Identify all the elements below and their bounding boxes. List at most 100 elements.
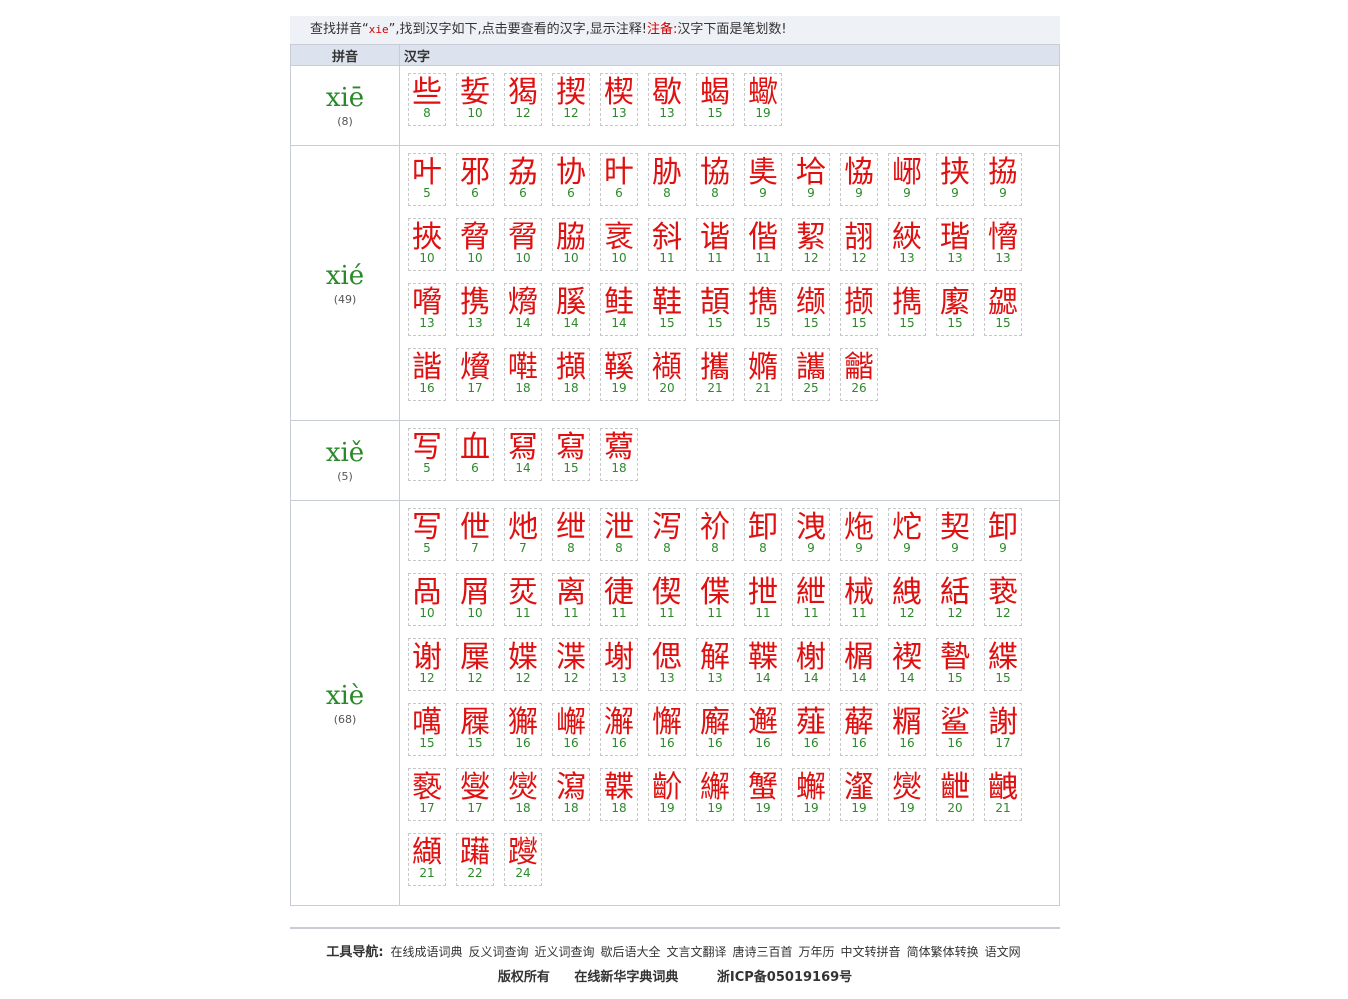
- hanzi-link[interactable]: 齥 21: [984, 768, 1022, 821]
- hanzi-link[interactable]: 屟 12: [456, 638, 494, 691]
- hanzi-link[interactable]: 懈 16: [648, 703, 686, 756]
- hanzi-link[interactable]: 蟹 19: [744, 768, 782, 821]
- hanzi-link[interactable]: 祄8: [696, 508, 734, 561]
- hanzi-link[interactable]: 澥 16: [600, 703, 638, 756]
- hanzi-link[interactable]: 炨9: [888, 508, 926, 561]
- hanzi-link[interactable]: 熁 14: [504, 283, 542, 336]
- hanzi-link[interactable]: 鲨 16: [936, 703, 974, 756]
- hanzi-link[interactable]: 楔 13: [600, 73, 638, 126]
- hanzi-link[interactable]: 嶰 16: [552, 703, 590, 756]
- hanzi-link[interactable]: 鲑 14: [600, 283, 638, 336]
- tool-nav-link[interactable]: 文言文翻译: [667, 945, 727, 959]
- hanzi-link[interactable]: 嫷 21: [744, 348, 782, 401]
- hanzi-link[interactable]: 娎 10: [456, 73, 494, 126]
- hanzi-link[interactable]: 纈 21: [408, 833, 446, 886]
- hanzi-link[interactable]: 諧 16: [408, 348, 446, 401]
- hanzi-link[interactable]: 燮 17: [456, 768, 494, 821]
- hanzi-link[interactable]: 燲 17: [456, 348, 494, 401]
- hanzi-link[interactable]: 爕 19: [888, 768, 926, 821]
- hanzi-link[interactable]: 绁8: [552, 508, 590, 561]
- hanzi-link[interactable]: 蝎 15: [696, 73, 734, 126]
- hanzi-link[interactable]: 衺 10: [600, 218, 638, 271]
- hanzi-link[interactable]: 胁8: [648, 153, 686, 206]
- hanzi-link[interactable]: 齛 20: [936, 768, 974, 821]
- hanzi-link[interactable]: 拹9: [984, 153, 1022, 206]
- hanzi-link[interactable]: 血6: [456, 428, 494, 481]
- hanzi-link[interactable]: 絜 12: [792, 218, 830, 271]
- hanzi-link[interactable]: 卸8: [744, 508, 782, 561]
- hanzi-link[interactable]: 藛 18: [600, 428, 638, 481]
- hanzi-link[interactable]: 渫 12: [552, 638, 590, 691]
- hanzi-link[interactable]: 嚡 18: [504, 348, 542, 401]
- hanzi-link[interactable]: 冩 14: [504, 428, 542, 481]
- hanzi-link[interactable]: 襭 20: [648, 348, 686, 401]
- hanzi-link[interactable]: 絬 12: [936, 573, 974, 626]
- hanzi-link[interactable]: 灺7: [504, 508, 542, 561]
- tool-nav-link[interactable]: 反义词查询: [468, 945, 528, 959]
- hanzi-link[interactable]: 咼 10: [408, 573, 446, 626]
- hanzi-link[interactable]: 抴 11: [744, 573, 782, 626]
- hanzi-link[interactable]: 翓 12: [840, 218, 878, 271]
- hanzi-link[interactable]: 爕 18: [504, 768, 542, 821]
- hanzi-link[interactable]: 鞢 14: [744, 638, 782, 691]
- hanzi-link[interactable]: 恊9: [840, 153, 878, 206]
- hanzi-link[interactable]: 緤 15: [984, 638, 1022, 691]
- hanzi-link[interactable]: 薤 16: [792, 703, 830, 756]
- hanzi-link[interactable]: 謝 17: [984, 703, 1022, 756]
- hanzi-link[interactable]: 械 11: [840, 573, 878, 626]
- tool-nav-link[interactable]: 中文转拼音: [841, 945, 901, 959]
- hanzi-link[interactable]: 屑 10: [456, 573, 494, 626]
- hanzi-link[interactable]: 屧 15: [456, 703, 494, 756]
- tool-nav-link[interactable]: 近义词查询: [534, 945, 594, 959]
- hanzi-link[interactable]: 写5: [408, 508, 446, 561]
- hanzi-link[interactable]: 斜 11: [648, 218, 686, 271]
- hanzi-link[interactable]: 猲 12: [504, 73, 542, 126]
- hanzi-link[interactable]: 蠍 19: [744, 73, 782, 126]
- hanzi-link[interactable]: 谐 11: [696, 218, 734, 271]
- hanzi-link[interactable]: 愶 13: [984, 218, 1022, 271]
- hanzi-link[interactable]: 嗋 13: [408, 283, 446, 336]
- hanzi-link[interactable]: 紲 11: [792, 573, 830, 626]
- hanzi-link[interactable]: 泄8: [600, 508, 638, 561]
- hanzi-link[interactable]: 偞 11: [696, 573, 734, 626]
- hanzi-link[interactable]: 協8: [696, 153, 734, 206]
- hanzi-link[interactable]: 谢 12: [408, 638, 446, 691]
- hanzi-link[interactable]: 卸9: [984, 508, 1022, 561]
- hanzi-link[interactable]: 写5: [408, 428, 446, 481]
- hanzi-link[interactable]: 韘 18: [600, 768, 638, 821]
- hanzi-link[interactable]: 些8: [408, 73, 446, 126]
- hanzi-link[interactable]: 糏 16: [888, 703, 926, 756]
- hanzi-link[interactable]: 缬 15: [792, 283, 830, 336]
- hanzi-link[interactable]: 廨 16: [696, 703, 734, 756]
- tool-nav-link[interactable]: 语文网: [985, 945, 1021, 959]
- hanzi-link[interactable]: 劦6: [504, 153, 542, 206]
- hanzi-link[interactable]: 偲 13: [648, 638, 686, 691]
- hanzi-link[interactable]: 协6: [552, 153, 590, 206]
- hanzi-link[interactable]: 歇 13: [648, 73, 686, 126]
- hanzi-link[interactable]: 峫9: [888, 153, 926, 206]
- tool-nav-link[interactable]: 在线成语词典: [390, 945, 462, 959]
- hanzi-link[interactable]: 偕 11: [744, 218, 782, 271]
- hanzi-link[interactable]: 炧9: [840, 508, 878, 561]
- hanzi-link[interactable]: 瑎 13: [936, 218, 974, 271]
- hanzi-link[interactable]: 褉 14: [888, 638, 926, 691]
- hanzi-link[interactable]: 勰 15: [984, 283, 1022, 336]
- hanzi-link[interactable]: 寫 15: [552, 428, 590, 481]
- hanzi-link[interactable]: 邂 16: [744, 703, 782, 756]
- hanzi-link[interactable]: 脇 10: [552, 218, 590, 271]
- hanzi-link[interactable]: 擕 15: [744, 283, 782, 336]
- hanzi-link[interactable]: 暬 15: [936, 638, 974, 691]
- hanzi-link[interactable]: 脋 10: [504, 218, 542, 271]
- hanzi-link[interactable]: 擷 18: [552, 348, 590, 401]
- hanzi-link[interactable]: 瀉 18: [552, 768, 590, 821]
- hanzi-link[interactable]: 緳 15: [936, 283, 974, 336]
- hanzi-link[interactable]: 榭 14: [792, 638, 830, 691]
- hanzi-link[interactable]: 擕 15: [888, 283, 926, 336]
- hanzi-link[interactable]: 携 13: [456, 283, 494, 336]
- hanzi-link[interactable]: 噧 15: [408, 703, 446, 756]
- hanzi-link[interactable]: 頡 15: [696, 283, 734, 336]
- hanzi-link[interactable]: 烎 11: [504, 573, 542, 626]
- hanzi-link[interactable]: 綊 13: [888, 218, 926, 271]
- hanzi-link[interactable]: 旪6: [600, 153, 638, 206]
- hanzi-link[interactable]: 邪6: [456, 153, 494, 206]
